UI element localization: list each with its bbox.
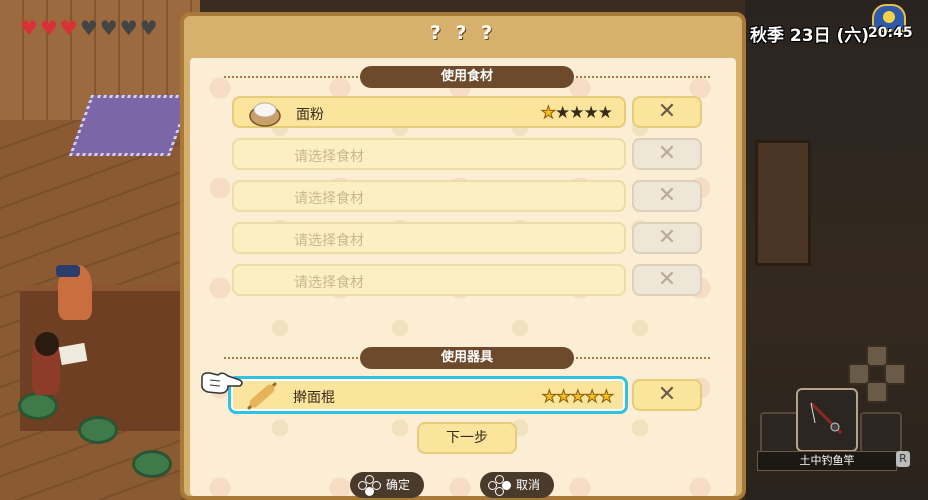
ingredient-slot-5[interactable]: 请选择食材 <box>232 264 626 296</box>
ingredient-placeholder: 请选择食材 <box>294 233 364 249</box>
ingredient-slot-2[interactable]: 请选择食材 <box>232 138 626 170</box>
stool <box>78 416 118 444</box>
heart-icon: ♥ <box>79 16 98 40</box>
ingredient-slot-1[interactable]: 面粉 ★★★★★ <box>232 96 626 128</box>
remove-ingredient-button[interactable]: ✕ <box>632 180 702 212</box>
remove-ingredient-button[interactable]: ✕ <box>632 138 702 170</box>
next-step-button[interactable]: 下一步 <box>417 422 517 454</box>
fishing-rod-icon <box>809 401 843 435</box>
ingredients-header: 使用食材 <box>360 66 574 88</box>
heart-icon: ♥ <box>20 16 38 40</box>
brush-slot[interactable] <box>860 412 902 454</box>
ingredient-placeholder: 请选择食材 <box>294 275 364 291</box>
controller-buttons-icon <box>358 475 381 496</box>
dialog-title: ? ? ? <box>429 22 497 44</box>
star-rating: ★★★★★ <box>541 387 614 408</box>
heart-icon: ♥ <box>59 16 78 40</box>
health-hearts: ♥ ♥ ♥ ♥ ♥ ♥ ♥ <box>20 18 158 38</box>
date-display: 秋季 23日 (六) <box>750 26 870 46</box>
cancel-button[interactable]: 取消 <box>480 472 555 498</box>
ingredient-placeholder: 请选择食材 <box>294 149 364 165</box>
stool <box>18 392 58 420</box>
confirm-label: 确定 <box>386 478 411 492</box>
stool <box>132 450 172 478</box>
pointer-hand-icon <box>201 372 243 394</box>
remove-tool-button[interactable]: ✕ <box>632 379 702 411</box>
confirm-button[interactable]: 确定 <box>350 472 425 498</box>
remove-ingredient-button[interactable]: ✕ <box>632 222 702 254</box>
tool-slot[interactable]: 擀面棍 ★★★★★ <box>228 376 628 414</box>
heart-icon: ♥ <box>39 16 58 40</box>
axe-icon <box>866 381 888 403</box>
time-display: 20:45 <box>868 25 913 41</box>
tools-header: 使用器具 <box>360 347 574 369</box>
remove-ingredient-button[interactable]: ✕ <box>632 96 702 128</box>
star-icon: ★★★★★ <box>541 387 614 408</box>
star-half-icon: ★ <box>540 103 556 124</box>
tool-label: 擀面棍 <box>293 390 335 406</box>
player-head <box>35 332 59 356</box>
cooking-dialog: ? ? ? 使用食材 面粉 ★★★★★ ✕ 请选择食材 ✕ 请选择食材 ✕ 请选… <box>180 12 746 500</box>
remove-ingredient-button[interactable]: ✕ <box>632 264 702 296</box>
ingredient-placeholder: 请选择食材 <box>294 191 364 207</box>
ingredient-label: 面粉 <box>296 107 324 123</box>
cabinet <box>755 140 811 266</box>
rolling-pin-icon <box>247 382 277 410</box>
controller-buttons-icon <box>488 475 511 496</box>
heart-icon: ♥ <box>139 16 158 40</box>
flour-bag-icon <box>249 102 281 127</box>
heart-icon: ♥ <box>119 16 138 40</box>
cancel-label: 取消 <box>516 478 541 492</box>
ingredient-slot-4[interactable]: 请选择食材 <box>232 222 626 254</box>
star-rating: ★★★★★ <box>540 103 613 124</box>
r-button-hint: R <box>896 451 910 467</box>
ingredient-slot-3[interactable]: 请选择食材 <box>232 180 626 212</box>
npc-hat <box>56 265 80 277</box>
heart-icon: ♥ <box>99 16 118 40</box>
equipped-tool-name: 土中钓鱼竿 <box>757 451 897 471</box>
